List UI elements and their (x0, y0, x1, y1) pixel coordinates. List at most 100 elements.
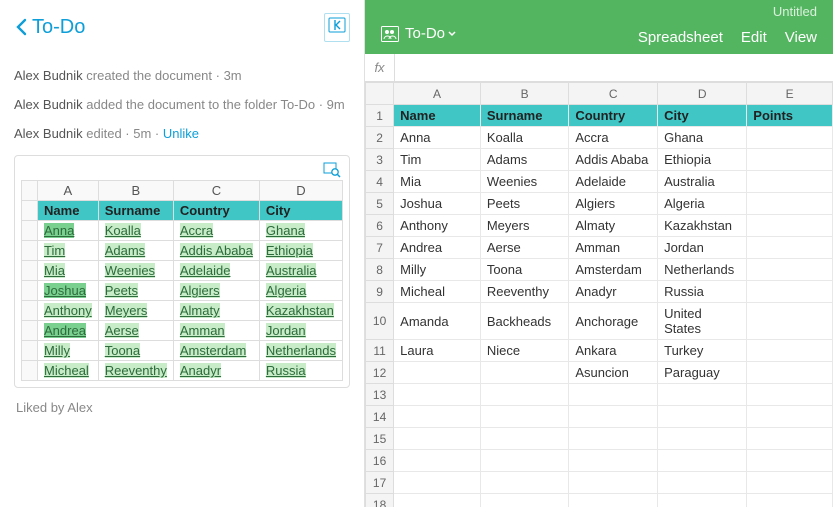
column-header[interactable]: A (394, 83, 481, 105)
cell[interactable]: Kazakhstan (658, 215, 747, 237)
cell[interactable]: Anadyr (569, 281, 658, 303)
cell[interactable] (569, 406, 658, 428)
cell[interactable]: Anchorage (569, 303, 658, 340)
cell[interactable]: Tim (394, 149, 481, 171)
cell[interactable] (480, 428, 569, 450)
cell[interactable]: Points (747, 105, 833, 127)
column-header[interactable]: C (569, 83, 658, 105)
cell[interactable]: Andrea (394, 237, 481, 259)
row-header[interactable]: 8 (366, 259, 394, 281)
cell[interactable] (394, 406, 481, 428)
cell[interactable] (747, 171, 833, 193)
cell[interactable] (747, 494, 833, 507)
cell[interactable] (747, 472, 833, 494)
cell[interactable]: Addis Ababa (569, 149, 658, 171)
cell[interactable] (747, 215, 833, 237)
cell[interactable]: Almaty (569, 215, 658, 237)
cell[interactable]: Anthony (394, 215, 481, 237)
row-header[interactable]: 16 (366, 450, 394, 472)
cell[interactable] (569, 428, 658, 450)
cell[interactable]: Toona (480, 259, 569, 281)
cell[interactable] (747, 406, 833, 428)
cell[interactable]: United States (658, 303, 747, 340)
row-header[interactable]: 10 (366, 303, 394, 340)
column-header[interactable]: B (480, 83, 569, 105)
cell[interactable] (658, 494, 747, 507)
cell[interactable]: Turkey (658, 340, 747, 362)
cell[interactable]: Amsterdam (569, 259, 658, 281)
tab-spreadsheet[interactable]: Spreadsheet (638, 29, 723, 46)
cell[interactable] (394, 362, 481, 384)
document-preview[interactable]: ABCDNameSurnameCountryCityAnnaKoallaAccr… (14, 155, 350, 388)
cell[interactable]: Weenies (480, 171, 569, 193)
document-dropdown[interactable]: To-Do (375, 21, 469, 46)
row-header[interactable]: 2 (366, 127, 394, 149)
cell[interactable]: Laura (394, 340, 481, 362)
spreadsheet-grid[interactable]: ABCDE1NameSurnameCountryCityPoints2AnnaK… (365, 82, 833, 507)
cell[interactable]: Koalla (480, 127, 569, 149)
cell[interactable]: Adams (480, 149, 569, 171)
collapse-panel-button[interactable] (324, 13, 350, 42)
cell[interactable] (747, 149, 833, 171)
cell[interactable] (480, 472, 569, 494)
cell[interactable]: Surname (480, 105, 569, 127)
cell[interactable]: Aerse (480, 237, 569, 259)
cell[interactable]: Mia (394, 171, 481, 193)
row-header[interactable]: 7 (366, 237, 394, 259)
cell[interactable]: Niece (480, 340, 569, 362)
cell[interactable]: Amanda (394, 303, 481, 340)
column-header[interactable]: E (747, 83, 833, 105)
cell[interactable]: Anna (394, 127, 481, 149)
cell[interactable] (394, 384, 481, 406)
cell[interactable]: Meyers (480, 215, 569, 237)
cell[interactable]: Milly (394, 259, 481, 281)
cell[interactable] (747, 340, 833, 362)
formula-input[interactable] (395, 60, 833, 75)
cell[interactable] (658, 450, 747, 472)
cell[interactable]: Backheads (480, 303, 569, 340)
cell[interactable]: Name (394, 105, 481, 127)
cell[interactable]: Algeria (658, 193, 747, 215)
cell[interactable] (747, 362, 833, 384)
cell[interactable]: Russia (658, 281, 747, 303)
cell[interactable]: Australia (658, 171, 747, 193)
cell[interactable]: Joshua (394, 193, 481, 215)
cell[interactable]: Paraguay (658, 362, 747, 384)
tab-view[interactable]: View (785, 29, 817, 46)
cell[interactable]: Asuncion (569, 362, 658, 384)
cell[interactable] (747, 450, 833, 472)
cell[interactable]: Micheal (394, 281, 481, 303)
cell[interactable] (480, 494, 569, 507)
row-header[interactable]: 14 (366, 406, 394, 428)
row-header[interactable]: 12 (366, 362, 394, 384)
cell[interactable] (394, 428, 481, 450)
cell[interactable] (747, 428, 833, 450)
row-header[interactable]: 17 (366, 472, 394, 494)
cell[interactable] (480, 362, 569, 384)
unlike-link[interactable]: Unlike (163, 126, 199, 141)
cell[interactable]: Country (569, 105, 658, 127)
cell[interactable] (480, 450, 569, 472)
cell[interactable] (747, 303, 833, 340)
row-header[interactable]: 11 (366, 340, 394, 362)
cell[interactable] (569, 384, 658, 406)
cell[interactable]: City (658, 105, 747, 127)
cell[interactable]: Ethiopia (658, 149, 747, 171)
row-header[interactable]: 18 (366, 494, 394, 507)
cell[interactable] (747, 281, 833, 303)
cell[interactable] (569, 472, 658, 494)
cell[interactable]: Reeventhy (480, 281, 569, 303)
cell[interactable] (480, 384, 569, 406)
cell[interactable]: Ankara (569, 340, 658, 362)
cell[interactable]: Adelaide (569, 171, 658, 193)
column-header[interactable]: D (658, 83, 747, 105)
row-header[interactable]: 6 (366, 215, 394, 237)
cell[interactable] (658, 384, 747, 406)
cell[interactable] (569, 494, 658, 507)
cell[interactable] (747, 237, 833, 259)
row-header[interactable]: 9 (366, 281, 394, 303)
cell[interactable] (480, 406, 569, 428)
cell[interactable] (658, 406, 747, 428)
cell[interactable] (747, 127, 833, 149)
back-button[interactable]: To-Do (14, 16, 85, 39)
